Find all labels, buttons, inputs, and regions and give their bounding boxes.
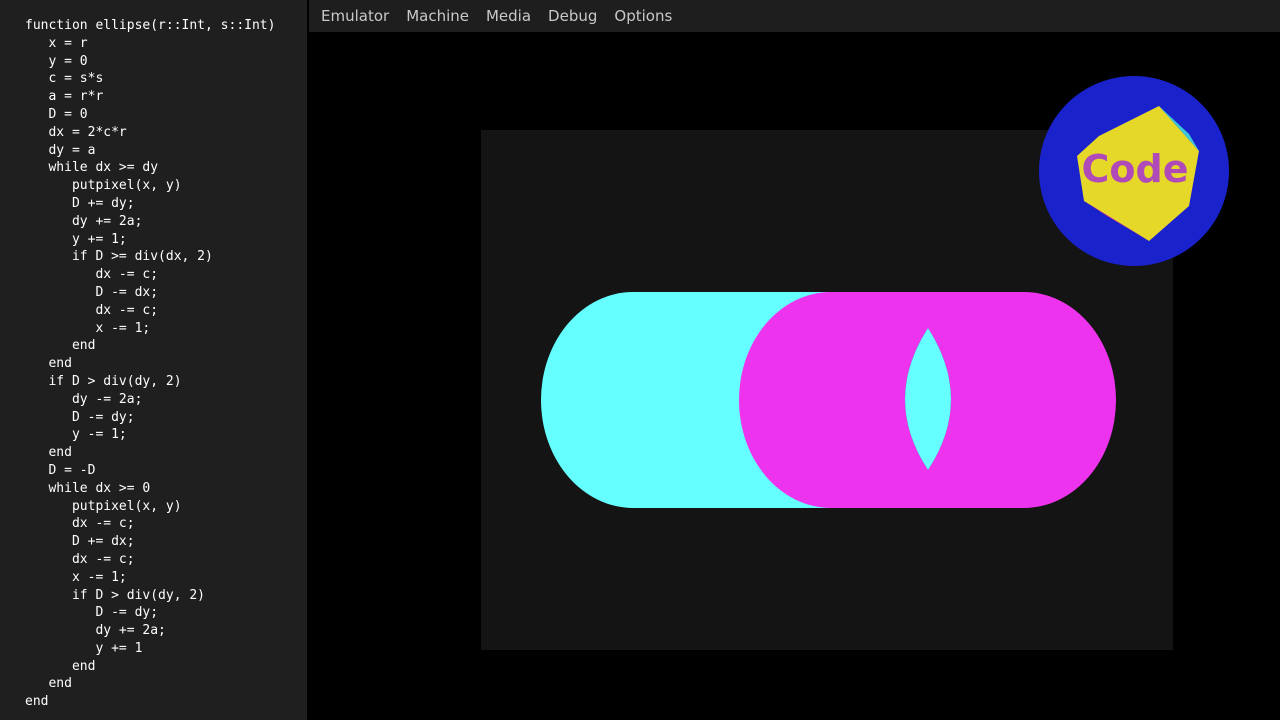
code-line: dy += 2a; [25, 213, 143, 229]
code-line: putpixel(x, y) [25, 178, 182, 194]
code-panel: function ellipse(r::Int, s::Int) x = r y… [0, 0, 307, 720]
code-listing: function ellipse(r::Int, s::Int) x = r y… [25, 17, 307, 711]
code-line: c = s*s [25, 71, 104, 87]
menu-emulator[interactable]: Emulator [321, 7, 389, 25]
code-line: putpixel(x, y) [25, 498, 182, 514]
code-line: end [25, 356, 72, 372]
code-line: end [25, 676, 72, 692]
menu-media[interactable]: Media [486, 7, 531, 25]
code-line: dx -= c; [25, 551, 135, 567]
code-line: dy += 2a; [25, 623, 166, 639]
code-line: dx -= c; [25, 267, 159, 283]
logo-text: Code [1082, 147, 1189, 191]
code-line: a = r*r [25, 89, 104, 105]
code-line: end [25, 338, 96, 354]
code-line: D = -D [25, 462, 96, 478]
code-line: D = 0 [25, 106, 88, 122]
code-line: y -= 1; [25, 427, 127, 443]
code-line: end [25, 445, 72, 461]
code-line: while dx >= 0 [25, 480, 151, 496]
code-line: x -= 1; [25, 569, 127, 585]
code-line: y = 0 [25, 53, 88, 69]
menu-machine[interactable]: Machine [406, 7, 469, 25]
code-line: D -= dy; [25, 605, 159, 621]
code-line: dx -= c; [25, 516, 135, 532]
code-line: if D > div(dy, 2) [25, 587, 206, 603]
code-line: x = r [25, 35, 88, 51]
code-line: dy -= 2a; [25, 391, 143, 407]
code-line: dx -= c; [25, 302, 159, 318]
menu-options[interactable]: Options [614, 7, 672, 25]
code-line: while dx >= dy [25, 160, 159, 176]
code-logo: Code [1039, 76, 1229, 266]
code-line: if D >= div(dx, 2) [25, 249, 213, 265]
emulator-window: Emulator Machine Media Debug Options Cod… [309, 0, 1280, 720]
code-line: D += dx; [25, 534, 135, 550]
code-line: D += dy; [25, 195, 135, 211]
code-line: y += 1 [25, 640, 143, 656]
code-line: function ellipse(r::Int, s::Int) [25, 18, 276, 33]
code-line: y += 1; [25, 231, 127, 247]
code-line: if D > div(dy, 2) [25, 373, 182, 389]
menu-bar: Emulator Machine Media Debug Options [309, 0, 1280, 32]
code-line: end [25, 658, 96, 674]
code-line: D -= dx; [25, 284, 159, 300]
code-line: x -= 1; [25, 320, 151, 336]
menu-debug[interactable]: Debug [548, 7, 597, 25]
code-line: dy = a [25, 142, 96, 158]
code-line: D -= dy; [25, 409, 135, 425]
code-line: dx = 2*c*r [25, 124, 127, 140]
code-line: end [25, 694, 49, 710]
